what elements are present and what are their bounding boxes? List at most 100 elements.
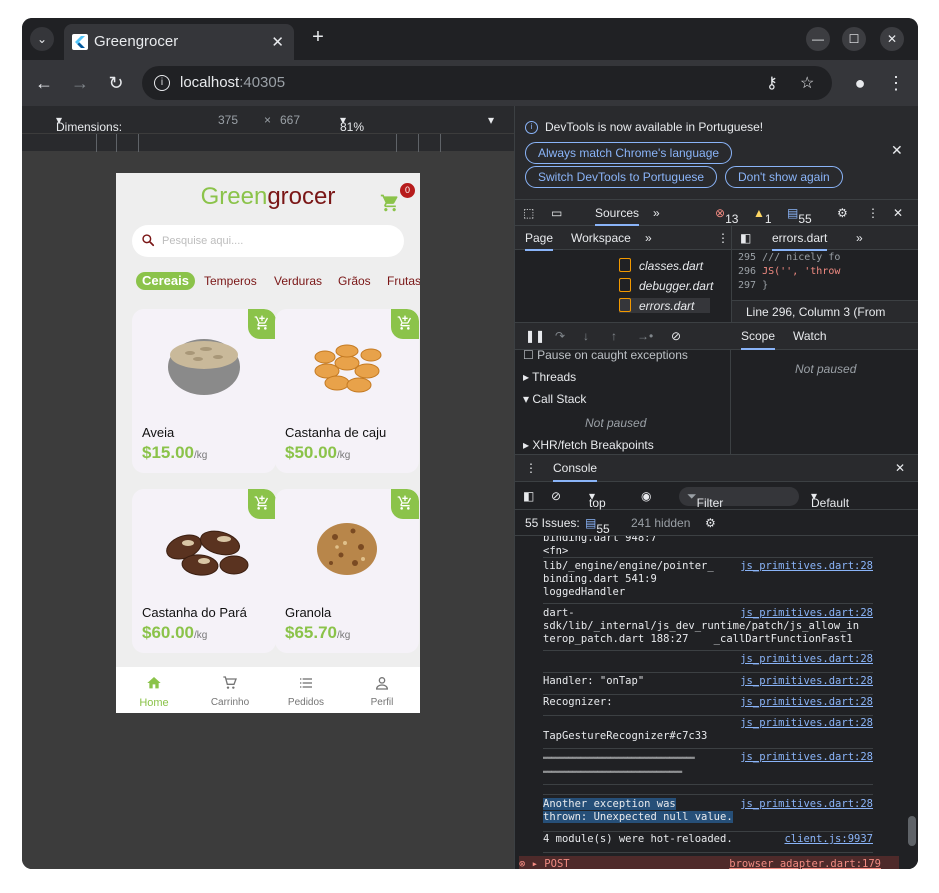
context-select[interactable]: top ▾ bbox=[589, 489, 606, 510]
tab-console[interactable]: Console bbox=[553, 461, 598, 482]
toggle-navigator-icon[interactable]: ◧ bbox=[740, 231, 751, 245]
settings-gear-icon[interactable]: ⚙ bbox=[837, 206, 848, 220]
console-sidebar-icon[interactable]: ◧ bbox=[523, 489, 534, 503]
category-graos[interactable]: Grãos bbox=[338, 272, 371, 290]
console-settings-icon[interactable]: ⚙ bbox=[705, 516, 716, 530]
console-error-row[interactable]: ⊗ ▸ POST browser_adapter.dart:179 bbox=[519, 856, 899, 869]
pause-on-caught-checkbox[interactable]: ☐ Pause on caught exceptions bbox=[523, 348, 688, 362]
console-scrollbar[interactable] bbox=[905, 536, 918, 869]
section-xhr-breakpoints[interactable]: ▸ XHR/fetch Breakpoints bbox=[523, 438, 654, 452]
message-source-link[interactable]: js_primitives.dart:28 bbox=[740, 607, 873, 620]
open-file-tab[interactable]: errors.dart bbox=[772, 231, 828, 251]
address-bar[interactable]: i localhost:40305 ⚷ ☆ bbox=[142, 66, 832, 100]
drawer-menu-icon[interactable]: ⋮ bbox=[525, 461, 537, 475]
section-threads[interactable]: ▸ Threads bbox=[523, 370, 576, 384]
device-mode-icon[interactable]: ▭ bbox=[551, 206, 562, 220]
message-count[interactable]: ▤ 55 bbox=[787, 206, 812, 226]
category-frutas[interactable]: Frutas bbox=[387, 272, 420, 290]
devtools-close-icon[interactable]: ✕ bbox=[893, 206, 903, 220]
deactivate-breakpoints-icon[interactable]: ⊘ bbox=[671, 329, 681, 343]
banner-close-icon[interactable]: ✕ bbox=[891, 142, 903, 159]
section-call-stack[interactable]: ▾ Call Stack bbox=[523, 392, 586, 406]
clear-console-icon[interactable]: ⊘ bbox=[551, 489, 561, 503]
nav-orders[interactable]: Pedidos bbox=[268, 667, 344, 713]
tab-search-button[interactable]: ⌄ bbox=[30, 27, 54, 51]
device-height[interactable]: 667 bbox=[280, 113, 300, 127]
tab-close-icon[interactable]: ✕ bbox=[271, 33, 284, 51]
drawer-close-icon[interactable]: ✕ bbox=[895, 461, 905, 475]
cart-icon[interactable] bbox=[380, 193, 400, 213]
console-message: Handler: "onTap" js_primitives.dart:28 bbox=[543, 675, 873, 695]
device-width[interactable]: 375 bbox=[218, 113, 238, 127]
password-key-icon[interactable]: ⚷ bbox=[766, 73, 778, 93]
product-card[interactable]: Aveia $15.00/kg bbox=[132, 309, 276, 473]
product-card[interactable]: Granola $65.70/kg bbox=[275, 489, 419, 653]
window-close-button[interactable]: ✕ bbox=[880, 27, 904, 51]
file-errors[interactable]: errors.dart bbox=[619, 298, 711, 313]
step-into-icon[interactable]: ↓ bbox=[583, 329, 589, 343]
issues-count[interactable]: ▤ 55 bbox=[585, 516, 610, 536]
forward-button[interactable]: → bbox=[68, 71, 92, 95]
error-count[interactable]: ⊗ 13 bbox=[715, 206, 738, 226]
site-info-icon[interactable]: i bbox=[154, 75, 170, 91]
step-over-icon[interactable]: ↷ bbox=[555, 329, 565, 343]
log-levels-select[interactable]: Default levels ▾ bbox=[811, 489, 849, 524]
warning-count[interactable]: ▲ 1 bbox=[753, 206, 772, 226]
issues-label[interactable]: 55 Issues: bbox=[525, 516, 580, 530]
nav-profile[interactable]: Perfil bbox=[344, 667, 420, 713]
navigator-menu-icon[interactable]: ⋮ bbox=[717, 231, 729, 245]
message-source-link[interactable]: js_primitives.dart:28 bbox=[740, 717, 873, 730]
nav-cart[interactable]: Carrinho bbox=[192, 667, 268, 713]
message-source-link[interactable]: js_primitives.dart:28 bbox=[740, 675, 873, 688]
category-verduras[interactable]: Verduras bbox=[274, 272, 322, 290]
message-source-link[interactable]: js_primitives.dart:28 bbox=[740, 751, 873, 764]
menu-kebab-icon[interactable]: ⋮ bbox=[884, 71, 908, 95]
product-card[interactable]: Castanha de caju $50.00/kg bbox=[275, 309, 419, 473]
message-source-link[interactable]: js_primitives.dart:28 bbox=[740, 653, 873, 666]
reload-button[interactable]: ↻ bbox=[104, 71, 128, 95]
live-expression-eye-icon[interactable]: ◉ bbox=[641, 489, 651, 503]
minimize-button[interactable]: — bbox=[806, 27, 830, 51]
inspect-element-icon[interactable]: ⬚ bbox=[523, 206, 534, 220]
message-source-link[interactable]: js_primitives.dart:28 bbox=[740, 696, 873, 709]
message-source-link[interactable]: js_primitives.dart:28 bbox=[740, 798, 873, 811]
step-icon[interactable]: →• bbox=[637, 329, 653, 343]
back-button[interactable]: ← bbox=[32, 71, 56, 95]
new-tab-button[interactable]: + bbox=[306, 26, 330, 49]
bookmark-star-icon[interactable]: ☆ bbox=[800, 73, 814, 93]
category-temperos[interactable]: Temperos bbox=[204, 272, 257, 290]
zoom-select[interactable]: 81% ▾ bbox=[340, 113, 364, 134]
dont-show-again-button[interactable]: Don't show again bbox=[725, 166, 843, 188]
error-source-link[interactable]: browser_adapter.dart:179 bbox=[729, 856, 881, 869]
more-editor-tabs-icon[interactable]: » bbox=[856, 231, 863, 245]
maximize-button[interactable]: ☐ bbox=[842, 27, 866, 51]
file-debugger[interactable]: debugger.dart bbox=[619, 278, 713, 293]
console-message: TapGestureRecognizer#c7c33 js_primitives.… bbox=[543, 717, 873, 749]
tab-scope[interactable]: Scope bbox=[741, 329, 776, 350]
switch-language-button[interactable]: Switch DevTools to Portuguese bbox=[525, 166, 718, 188]
device-more-icon[interactable]: ▾ bbox=[488, 113, 494, 127]
pause-icon[interactable]: ❚❚ bbox=[525, 329, 545, 343]
tab-page[interactable]: Page bbox=[525, 231, 554, 251]
device-dimensions-select[interactable]: Dimensions: iPhone SE ▾ bbox=[56, 113, 122, 148]
console-message: js_primitives.dart:28 bbox=[543, 653, 873, 673]
search-input[interactable] bbox=[162, 225, 392, 257]
message-source-link[interactable]: client.js:9937 bbox=[784, 833, 873, 846]
console-log: binding.dart 948:7 <fn> lib/_engine/engi… bbox=[515, 536, 905, 869]
tab-watch[interactable]: Watch bbox=[793, 329, 827, 343]
step-out-icon[interactable]: ↑ bbox=[611, 329, 617, 343]
match-language-button[interactable]: Always match Chrome's language bbox=[525, 142, 733, 164]
product-card[interactable]: Castanha do Pará $60.00/kg bbox=[132, 489, 276, 653]
nav-home[interactable]: Home bbox=[116, 667, 192, 713]
more-subtabs-icon[interactable]: » bbox=[645, 231, 652, 245]
more-tabs-icon[interactable]: » bbox=[653, 206, 660, 220]
file-classes[interactable]: classes.dart bbox=[619, 258, 703, 273]
message-source-link[interactable]: js_primitives.dart:28 bbox=[740, 560, 873, 573]
profile-icon[interactable]: ● bbox=[848, 71, 872, 95]
browser-tab[interactable]: Greengrocer ✕ bbox=[64, 24, 294, 60]
scrollbar-thumb[interactable] bbox=[908, 816, 916, 846]
tab-sources[interactable]: Sources bbox=[595, 206, 640, 226]
devtools-menu-icon[interactable]: ⋮ bbox=[867, 206, 879, 220]
category-cereais[interactable]: Cereais bbox=[136, 272, 195, 290]
tab-workspace[interactable]: Workspace bbox=[571, 231, 631, 245]
